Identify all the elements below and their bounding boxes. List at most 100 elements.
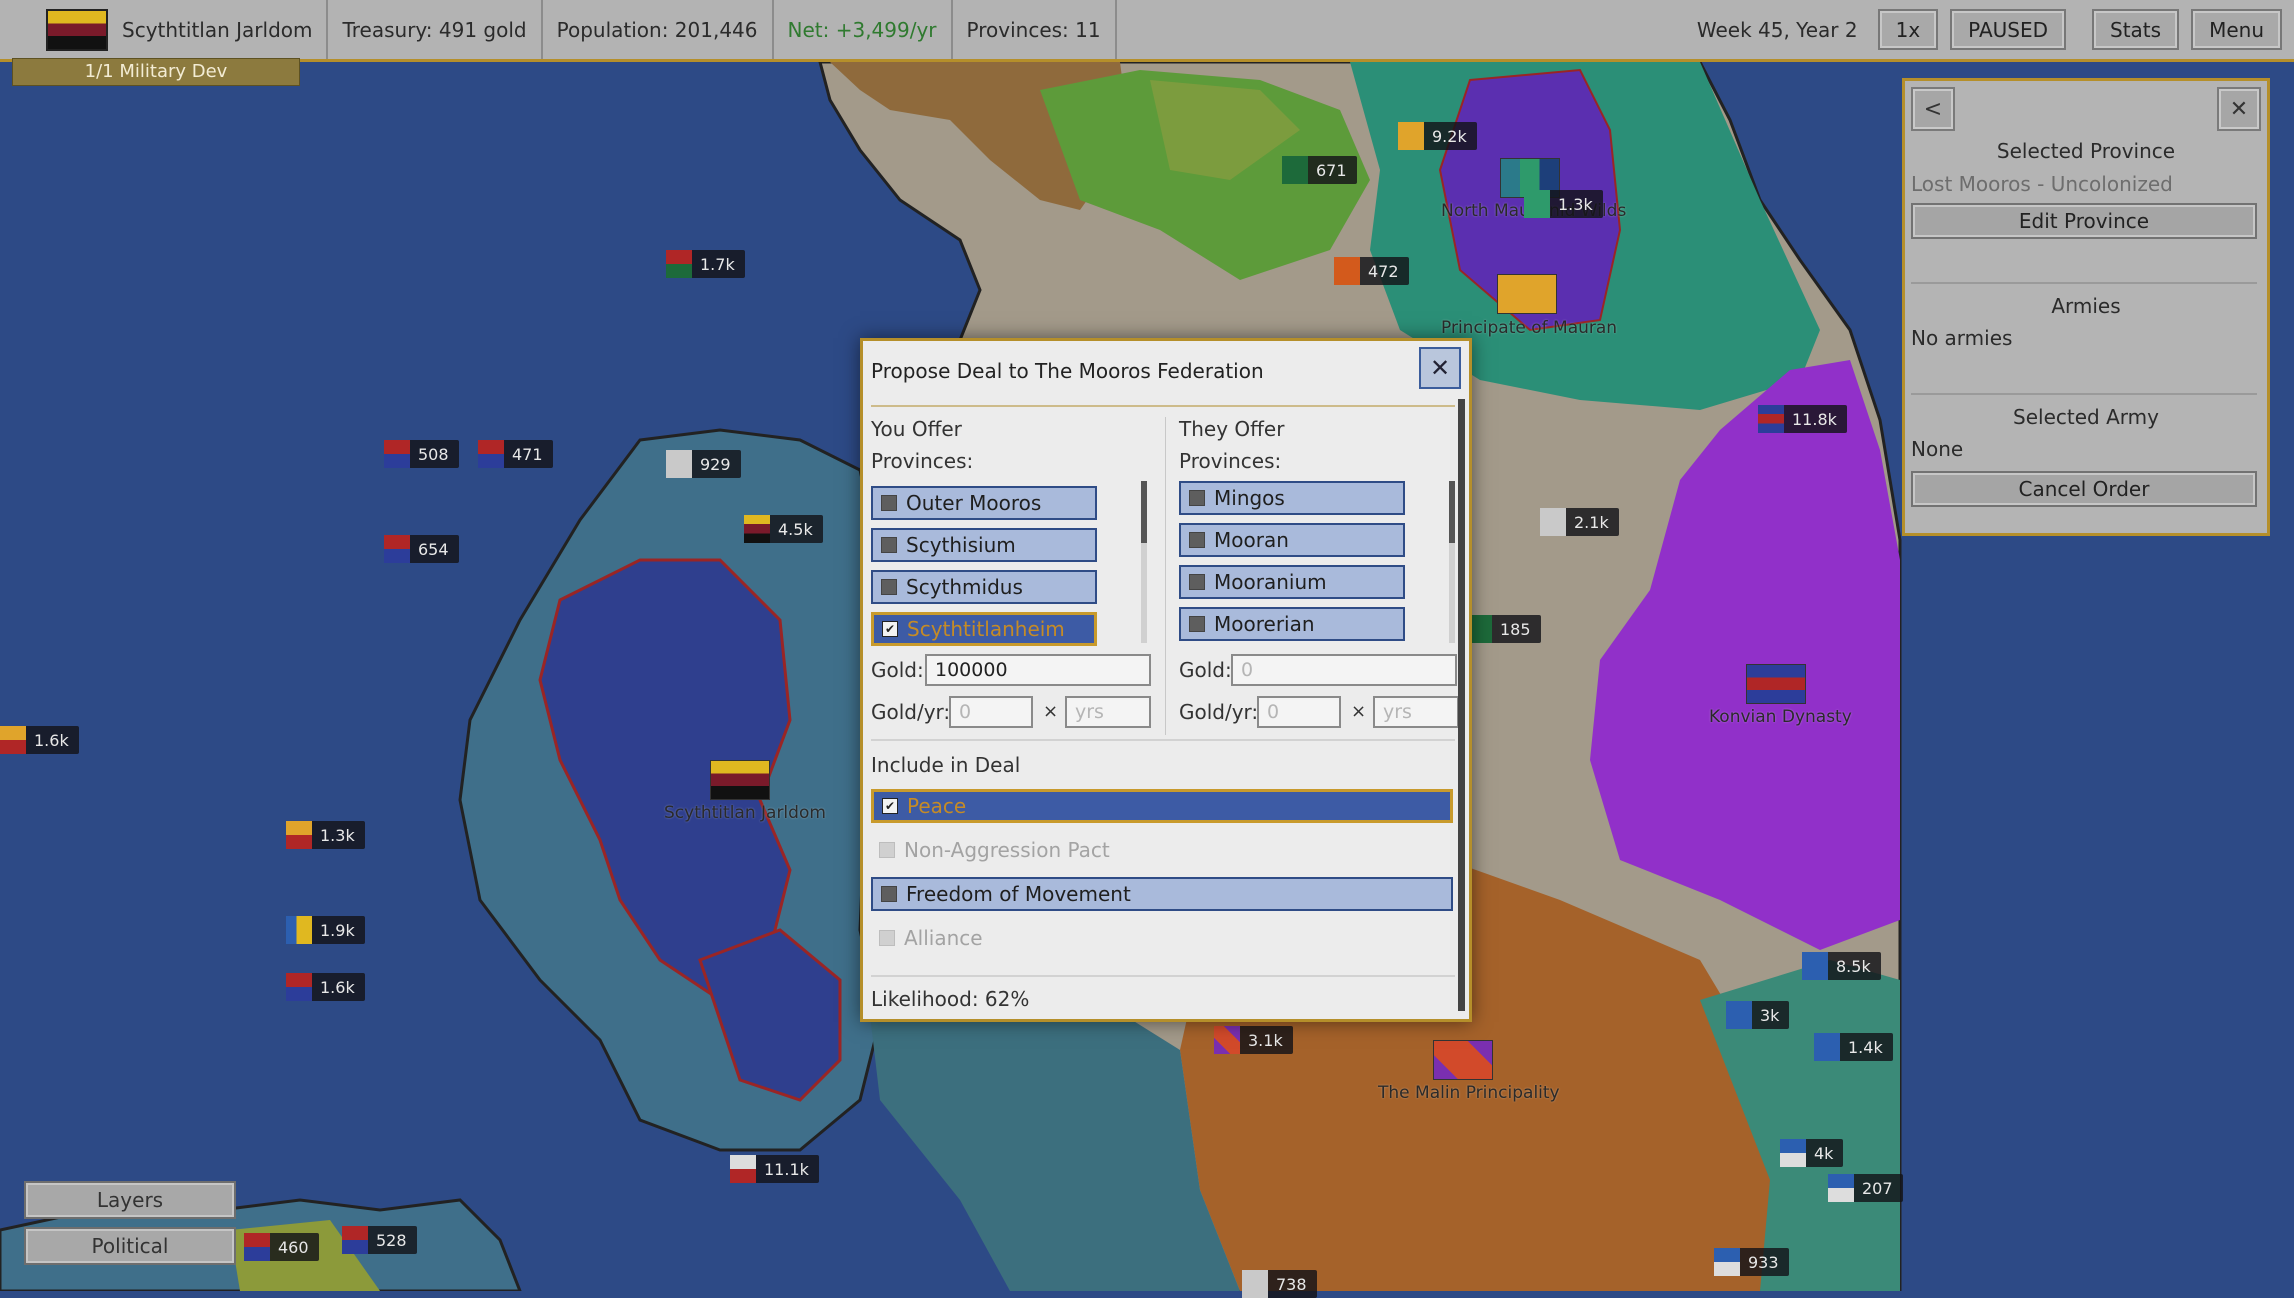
you-gold-input[interactable]: 100000 xyxy=(925,654,1151,686)
you-province-option[interactable]: Scythisium xyxy=(871,528,1097,562)
army-marker[interactable]: 185 xyxy=(1466,615,1541,643)
deal-option-peace[interactable]: ✔ Peace xyxy=(871,789,1453,823)
army-marker[interactable]: 2.1k xyxy=(1540,508,1619,536)
army-flag-icon xyxy=(1214,1026,1240,1054)
army-marker[interactable]: 1.6k xyxy=(286,973,365,1001)
army-marker[interactable]: 528 xyxy=(342,1226,417,1254)
army-flag-icon xyxy=(1334,257,1360,285)
deal-option-freedom-of-movement[interactable]: Freedom of Movement xyxy=(871,877,1453,911)
army-marker[interactable]: 472 xyxy=(1334,257,1409,285)
army-marker[interactable]: 654 xyxy=(384,535,459,563)
army-marker[interactable]: 508 xyxy=(384,440,459,468)
nation-info[interactable]: Scythtitlan Jarldom xyxy=(0,0,329,59)
army-flag-icon xyxy=(1714,1248,1740,1276)
pause-button[interactable]: PAUSED xyxy=(1950,9,2067,50)
times-icon: × xyxy=(1351,701,1367,722)
you-province-option[interactable]: Scythmidus xyxy=(871,570,1097,604)
army-marker[interactable]: 3.1k xyxy=(1214,1026,1293,1054)
region-label-malin: The Malin Principality xyxy=(1378,1083,1560,1103)
selected-army-title: Selected Army xyxy=(2013,405,2159,429)
close-icon[interactable]: ✕ xyxy=(2217,87,2261,131)
they-gold-input[interactable]: 0 xyxy=(1231,654,1457,686)
they-gold-yr-input[interactable]: 0 xyxy=(1257,696,1341,728)
army-flag-icon xyxy=(1242,1270,1268,1298)
army-marker[interactable]: 9.2k xyxy=(1398,122,1477,150)
they-offer-title: They Offer xyxy=(1179,417,1285,441)
treasury-readout: Treasury: 491 gold xyxy=(328,0,543,59)
region-label-scythtitlan: Scythtitlan Jarldom xyxy=(664,803,826,823)
they-province-option[interactable]: Mooran xyxy=(1179,523,1405,557)
they-provinces-scroll-thumb[interactable] xyxy=(1449,481,1455,543)
scythtitlan-map-flag xyxy=(710,760,770,800)
top-bar: Scythtitlan Jarldom Treasury: 491 gold P… xyxy=(0,0,2294,62)
army-marker[interactable]: 933 xyxy=(1714,1248,1789,1276)
army-marker[interactable]: 471 xyxy=(478,440,553,468)
army-marker[interactable]: 460 xyxy=(244,1233,319,1261)
army-marker[interactable]: 1.9k xyxy=(286,916,365,944)
army-flag-icon xyxy=(666,450,692,478)
checkbox-icon xyxy=(1189,532,1205,548)
layers-button[interactable]: Layers xyxy=(24,1181,236,1219)
army-marker[interactable]: 4k xyxy=(1780,1139,1844,1167)
divider xyxy=(871,405,1455,407)
include-in-deal-title: Include in Deal xyxy=(871,753,1021,777)
checkbox-icon xyxy=(881,886,897,902)
they-province-option[interactable]: Mooranium xyxy=(1179,565,1405,599)
they-gold-label: Gold: xyxy=(1179,658,1232,682)
political-button[interactable]: Political xyxy=(24,1227,236,1265)
checkbox-icon xyxy=(881,537,897,553)
checkmark-icon: ✔ xyxy=(882,621,898,637)
army-flag-icon xyxy=(384,535,410,563)
army-marker[interactable]: 929 xyxy=(666,450,741,478)
army-flag-icon xyxy=(342,1226,368,1254)
army-marker[interactable]: 4.5k xyxy=(744,515,823,543)
edit-province-button[interactable]: Edit Province xyxy=(1911,203,2257,239)
army-marker[interactable]: 11.8k xyxy=(1758,405,1847,433)
you-offer-title: You Offer xyxy=(871,417,962,441)
malin-flag xyxy=(1433,1040,1493,1080)
they-province-option[interactable]: Moorerian xyxy=(1179,607,1405,641)
army-marker[interactable]: 1.4k xyxy=(1814,1033,1893,1061)
you-provinces-scroll-thumb[interactable] xyxy=(1141,481,1147,543)
army-marker[interactable]: 207 xyxy=(1828,1174,1903,1202)
army-flag-icon xyxy=(1780,1139,1806,1167)
they-province-option[interactable]: Mingos xyxy=(1179,481,1405,515)
army-flag-icon xyxy=(1398,122,1424,150)
military-dev-bar[interactable]: 1/1 Military Dev xyxy=(12,58,300,86)
divider xyxy=(871,975,1455,977)
divider xyxy=(1911,393,2257,395)
checkbox-icon xyxy=(879,842,895,858)
army-marker[interactable]: 3k xyxy=(1726,1001,1790,1029)
close-icon[interactable]: ✕ xyxy=(1419,347,1461,389)
region-label-konvian: Konvian Dynasty xyxy=(1709,707,1852,727)
army-flag-icon xyxy=(666,250,692,278)
deal-option-alliance[interactable]: Alliance xyxy=(871,921,1453,955)
menu-button[interactable]: Menu xyxy=(2191,9,2282,50)
you-province-option[interactable]: ✔ Scythtitlanheim xyxy=(871,612,1097,646)
army-marker[interactable]: 1.3k xyxy=(1524,190,1603,218)
back-icon[interactable]: < xyxy=(1911,87,1955,131)
speed-button[interactable]: 1x xyxy=(1877,9,1939,50)
deal-option-non-aggression-pact[interactable]: Non-Aggression Pact xyxy=(871,833,1453,867)
you-province-option[interactable]: Outer Mooros xyxy=(871,486,1097,520)
you-gold-yr-input[interactable]: 0 xyxy=(949,696,1033,728)
dialog-scrollbar[interactable] xyxy=(1458,399,1465,1011)
army-flag-icon xyxy=(1726,1001,1752,1029)
army-flag-icon xyxy=(744,515,770,543)
konvian-flag xyxy=(1746,664,1806,704)
cancel-order-button[interactable]: Cancel Order xyxy=(1911,471,2257,507)
army-marker[interactable]: 1.3k xyxy=(286,821,365,849)
likelihood-readout: Likelihood: 62% xyxy=(871,987,1030,1011)
army-marker[interactable]: 671 xyxy=(1282,156,1357,184)
you-yrs-input[interactable]: yrs xyxy=(1065,696,1151,728)
stats-button[interactable]: Stats xyxy=(2092,9,2180,50)
army-marker[interactable]: 1.6k xyxy=(0,726,79,754)
army-marker[interactable]: 8.5k xyxy=(1802,952,1881,980)
army-marker[interactable]: 738 xyxy=(1242,1270,1317,1298)
army-marker[interactable]: 11.1k xyxy=(730,1155,819,1183)
armies-title: Armies xyxy=(2051,294,2121,318)
army-marker[interactable]: 1.7k xyxy=(666,250,745,278)
they-yrs-input[interactable]: yrs xyxy=(1373,696,1459,728)
date-readout: Week 45, Year 2 xyxy=(1696,17,1858,42)
you-gold-yr-label: Gold/yr: xyxy=(871,700,951,724)
